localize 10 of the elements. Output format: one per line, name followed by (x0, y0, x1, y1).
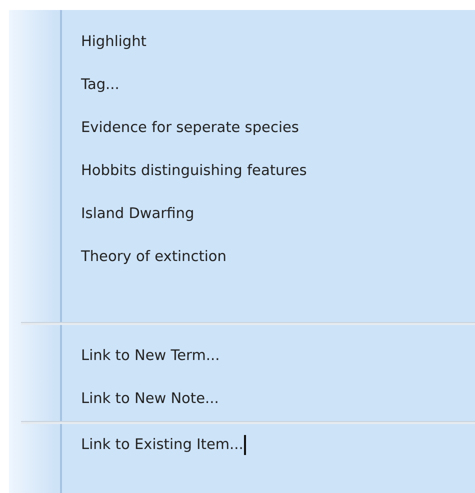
menu-item[interactable]: Highlight (81, 33, 146, 52)
menu-item[interactable]: Link to Existing Item... (81, 436, 244, 454)
menu-item[interactable]: Link to New Note... (81, 390, 219, 408)
menu-item[interactable]: Tag... (81, 76, 120, 94)
menu-item[interactable]: Link to New Term... (81, 347, 220, 366)
menu-item[interactable]: Hobbits distinguishing features (81, 162, 307, 180)
menu-item[interactable]: Evidence for seperate species (81, 119, 299, 138)
menu-item[interactable]: Island Dwarfing (81, 205, 194, 224)
text-cursor-icon (244, 435, 246, 456)
menu-item[interactable]: Theory of extinction (81, 248, 226, 266)
